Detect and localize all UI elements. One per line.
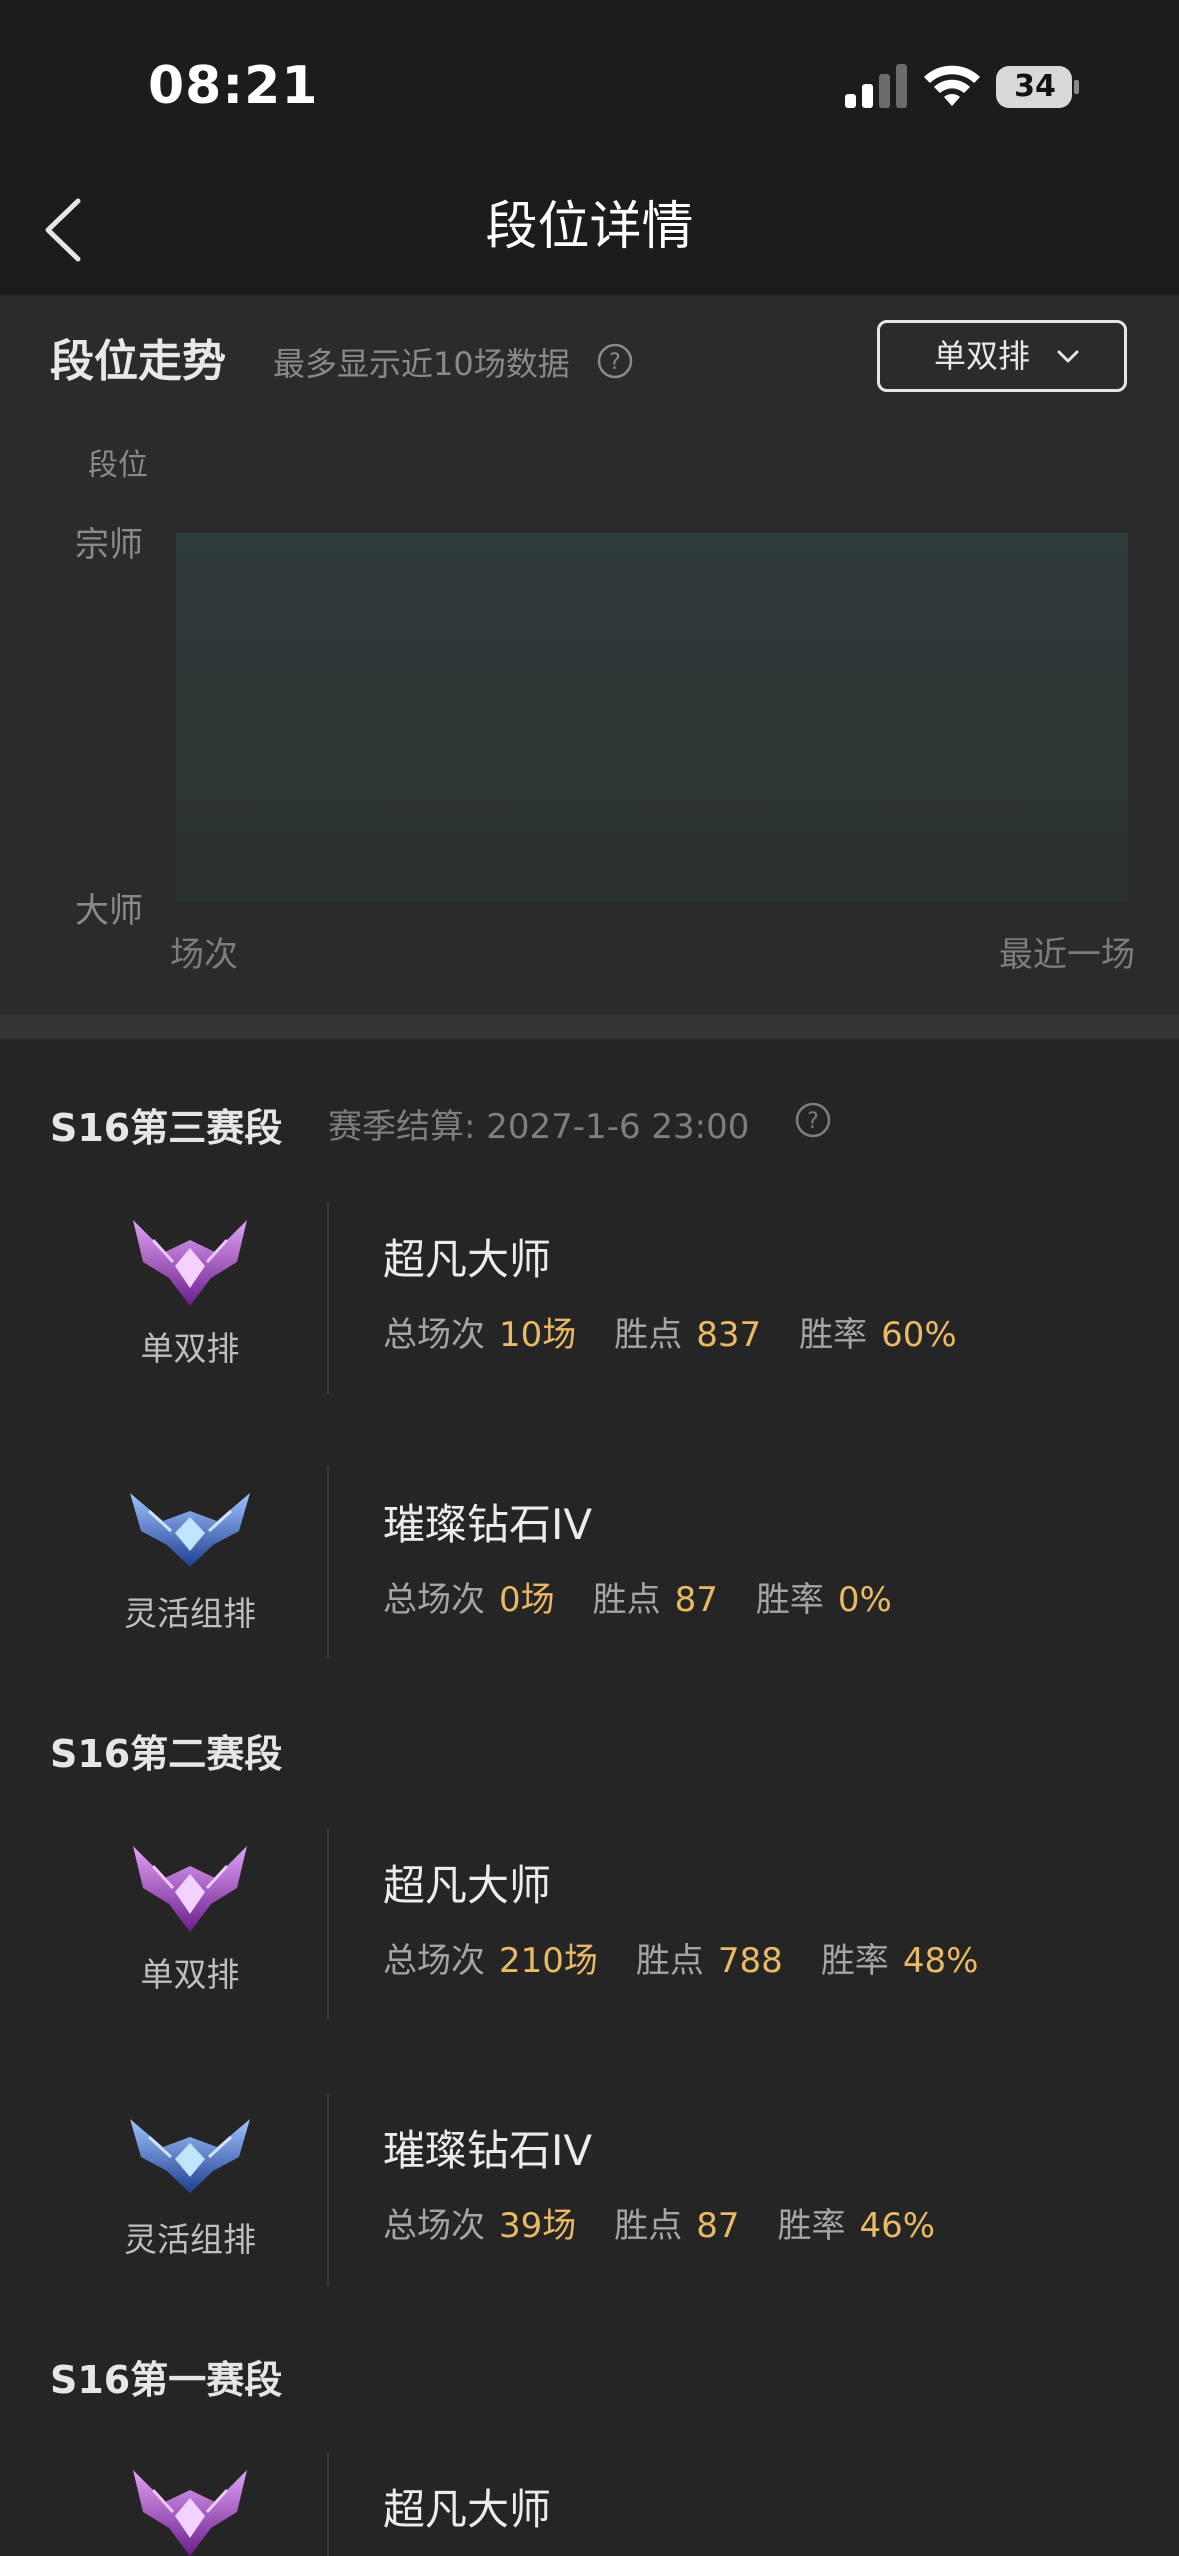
chevron-down-icon [1057, 350, 1079, 363]
win-points-value: 87 [674, 1580, 718, 1620]
dropdown-selected-value: 单双排 [934, 337, 1031, 375]
season-title: S16第二赛段 [50, 1732, 283, 1776]
win-rate-label: 胜率 [777, 2206, 846, 2246]
total-games-label: 总场次 [383, 1580, 485, 1620]
win-rate-value: 48% [902, 1941, 979, 1981]
rank-row[interactable]: 单双排 超凡大师 总场次 10场 胜点 837 胜率 60% [0, 1200, 1179, 1400]
rank-stats: 总场次 10场 胜点 837 胜率 60% [383, 1307, 995, 1356]
win-points-label: 胜点 [592, 1580, 661, 1620]
queue-type-dropdown[interactable]: 单双排 [877, 320, 1127, 392]
x-axis-left-label: 场次 [170, 935, 238, 975]
win-points-label: 胜点 [635, 1941, 704, 1981]
win-rate-value: 46% [859, 2206, 936, 2246]
total-games-label: 总场次 [383, 2206, 485, 2246]
section-divider [0, 1015, 1179, 1039]
rank-row[interactable]: 超凡大师 [0, 2450, 1179, 2556]
rank-stats: 总场次 210场 胜点 788 胜率 48% [383, 1933, 1016, 1982]
total-games-value: 210场 [499, 1941, 598, 1981]
total-games-value: 10场 [499, 1315, 577, 1355]
diamond-blue-emblem-icon [130, 1493, 250, 1567]
y-axis-bottom-label: 大师 [75, 891, 143, 931]
status-time: 08:21 [148, 56, 319, 116]
total-games-label: 总场次 [383, 1315, 485, 1355]
season-settlement-note: 赛季结算: 2027-1-6 23:00 [328, 1107, 750, 1147]
queue-label: 单双排 [140, 1329, 240, 1368]
page-title: 段位详情 [485, 197, 694, 257]
win-points-value: 87 [696, 2206, 740, 2246]
win-points-label: 胜点 [614, 2206, 683, 2246]
rank-trend-card: 段位走势 最多显示近10场数据 ? 单双排 段位 宗师 大师 场次 最近一场 [0, 295, 1179, 1015]
divider [327, 1467, 329, 1659]
season-title: S16第一赛段 [50, 2358, 283, 2402]
win-rate-label: 胜率 [820, 1941, 889, 1981]
win-rate-value: 0% [837, 1580, 892, 1620]
rank-details-page: 08:21 34 段位详情 段位走势 最多显示近10场数据 ? 单双排 段位 宗… [0, 0, 1179, 2556]
win-points-value: 837 [696, 1315, 762, 1355]
divider [327, 2452, 329, 2556]
master-purple-emblem-icon [133, 1846, 247, 1932]
win-rate-label: 胜率 [799, 1315, 868, 1355]
diamond-blue-emblem-icon [130, 2119, 250, 2193]
rank-name: 璀璨钻石IV [383, 2126, 593, 2175]
battery-level: 34 [1014, 69, 1056, 104]
master-purple-emblem-icon [133, 2470, 247, 2556]
win-points-value: 788 [717, 1941, 783, 1981]
x-axis-right-label: 最近一场 [999, 935, 1135, 975]
rank-stats: 总场次 0场 胜点 87 胜率 0% [383, 1572, 930, 1621]
rank-row[interactable]: 单双排 超凡大师 总场次 210场 胜点 788 胜率 48% [0, 1826, 1179, 2026]
queue-label: 灵活组排 [124, 2220, 256, 2259]
nav-bar: 段位详情 [0, 165, 1179, 295]
season-title: S16第三赛段 [50, 1106, 283, 1150]
rank-row[interactable]: 灵活组排 璀璨钻石IV 总场次 39场 胜点 87 胜率 46% [0, 2091, 1179, 2291]
rank-stats: 总场次 39场 胜点 87 胜率 46% [383, 2198, 973, 2247]
help-icon[interactable]: ? [597, 343, 633, 379]
win-rate-label: 胜率 [755, 1580, 824, 1620]
trend-title: 段位走势 [50, 336, 226, 387]
master-purple-emblem-icon [133, 1220, 247, 1306]
rank-name: 超凡大师 [383, 1235, 552, 1284]
svg-text:?: ? [609, 350, 621, 375]
cellular-signal-icon [845, 64, 907, 108]
total-games-value: 39场 [499, 2206, 577, 2246]
total-games-label: 总场次 [383, 1941, 485, 1981]
rank-row[interactable]: 灵活组排 璀璨钻石IV 总场次 0场 胜点 87 胜率 0% [0, 1465, 1179, 1665]
rank-name: 璀璨钻石IV [383, 1500, 593, 1549]
total-games-value: 0场 [499, 1580, 555, 1620]
divider [327, 1828, 329, 2020]
divider [327, 1202, 329, 1394]
divider [327, 2093, 329, 2285]
win-points-label: 胜点 [614, 1315, 683, 1355]
status-bar: 08:21 34 [0, 0, 1179, 165]
queue-label: 单双排 [140, 1955, 240, 1994]
help-icon[interactable]: ? [795, 1102, 831, 1138]
trend-subtitle: 最多显示近10场数据 [273, 345, 570, 383]
trend-plot-area [176, 533, 1128, 901]
wifi-icon [924, 65, 980, 106]
rank-name: 超凡大师 [383, 1861, 552, 1910]
win-rate-value: 60% [881, 1315, 957, 1355]
y-axis-title: 段位 [88, 448, 148, 483]
queue-label: 灵活组排 [124, 1594, 256, 1633]
svg-text:?: ? [807, 1109, 819, 1134]
rank-name: 超凡大师 [383, 2485, 552, 2534]
y-axis-top-label: 宗师 [75, 525, 143, 565]
